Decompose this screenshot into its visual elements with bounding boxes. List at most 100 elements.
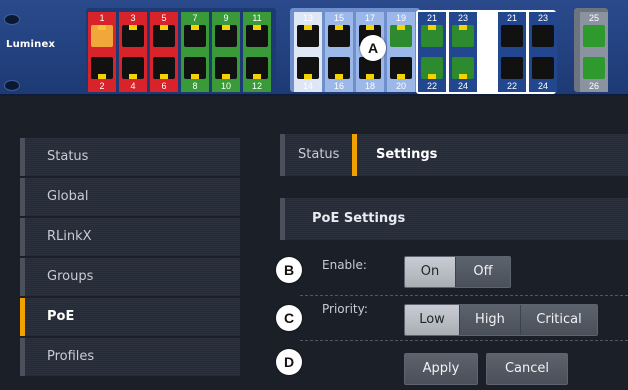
ethernet-port-icon[interactable] [184,25,206,47]
ethernet-port-icon[interactable] [583,25,605,47]
sidebar-item-indicator [20,258,25,296]
ethernet-port-icon[interactable] [390,25,412,47]
port-pair[interactable]: 9 10 [212,12,240,92]
ethernet-port-icon[interactable] [421,57,443,79]
priority-critical-button[interactable]: Critical [521,305,597,335]
port-pair[interactable]: 56 [150,12,178,92]
port-pair[interactable]: 34 [119,12,147,92]
enable-toggle[interactable]: On Off [404,256,511,288]
port-pair[interactable]: 21 22 [498,12,526,92]
ethernet-port-icon[interactable] [501,57,523,79]
ethernet-port-icon[interactable] [390,57,412,79]
port-number-bottom: 20 [395,81,406,91]
poe-settings-header: PoE Settings [280,198,628,240]
port-number-bottom: 12 [251,81,262,91]
ethernet-port-icon[interactable] [328,25,350,47]
row-divider [300,295,628,296]
brand-logo: Luminex [6,39,56,50]
ethernet-port-icon[interactable] [421,25,443,47]
tab-status[interactable]: Status [280,134,350,176]
port-pair[interactable]: 23 24 [529,12,557,92]
port-pair[interactable]: 13 14 [294,12,322,92]
enable-off-button[interactable]: Off [456,257,510,287]
ethernet-port-icon[interactable] [91,57,113,79]
callout-badge-d: D [276,349,302,375]
port-number-top: 1 [99,13,105,23]
port-led-icon [191,25,199,30]
ethernet-port-icon[interactable] [583,57,605,79]
port-pair[interactable]: 11 12 [243,12,271,92]
enable-on-button[interactable]: On [405,257,456,287]
port-number-bottom: 24 [457,81,468,91]
ethernet-port-icon[interactable] [246,25,268,47]
sidebar-item-global[interactable]: Global [20,178,240,216]
port-number-top: 17 [364,13,375,23]
ethernet-port-icon[interactable] [122,57,144,79]
port-number-bottom: 22 [506,81,517,91]
port-led-icon [335,74,343,79]
apply-button[interactable]: Apply [404,353,478,385]
sidebar-item-label: Profiles [47,349,95,364]
port-led-icon [160,74,168,79]
ethernet-port-icon[interactable] [184,57,206,79]
sidebar-item-groups[interactable]: Groups [20,258,240,296]
port-number-top: 19 [395,13,406,23]
tab-settings[interactable]: Settings [352,134,472,176]
sidebar-item-indicator [20,138,25,176]
ethernet-port-icon[interactable] [328,57,350,79]
ethernet-port-icon[interactable] [91,25,113,47]
port-pair[interactable]: 21 22 [418,12,446,92]
sidebar-item-label: Groups [47,269,94,284]
ethernet-port-icon[interactable] [452,25,474,47]
sidebar-item-status[interactable]: Status [20,138,240,176]
port-number-top: 21 [426,13,437,23]
port-led-icon [366,25,374,30]
priority-low-button[interactable]: Low [405,305,460,335]
port-led-icon [253,74,261,79]
sidebar-item-poe[interactable]: PoE [20,298,240,336]
panel-title: PoE Settings [312,211,406,226]
port-number-top: 11 [252,13,262,23]
ethernet-port-icon[interactable] [153,25,175,47]
port-pair[interactable]: 12 [88,12,116,92]
ethernet-port-icon[interactable] [215,57,237,79]
port-led-icon [590,25,598,30]
priority-selector[interactable]: Low High Critical [404,304,598,336]
sidebar-item-profiles[interactable]: Profiles [20,338,240,376]
port-number-bottom: 6 [161,81,167,91]
ethernet-port-icon[interactable] [532,57,554,79]
tab-indicator [280,134,285,176]
priority-label: Priority: [322,302,368,316]
ethernet-port-icon[interactable] [501,25,523,47]
port-led-icon [222,74,230,79]
ethernet-port-icon[interactable] [297,57,319,79]
port-led-icon [428,74,436,79]
ethernet-port-icon[interactable] [452,57,474,79]
sidebar-item-indicator [20,298,25,336]
cancel-button[interactable]: Cancel [486,353,568,385]
port-number-top: 23 [537,13,548,23]
port-pair[interactable]: 78 [181,12,209,92]
ethernet-port-icon[interactable] [122,25,144,47]
tab-label: Status [298,147,340,162]
priority-high-button[interactable]: High [460,305,521,335]
sidebar-item-label: PoE [47,309,75,324]
content-tabs: Status Settings [280,134,628,176]
port-pair[interactable]: 15 16 [325,12,353,92]
ethernet-port-icon[interactable] [532,25,554,47]
ethernet-port-icon[interactable] [297,25,319,47]
ethernet-port-icon[interactable] [153,57,175,79]
port-led-icon [304,74,312,79]
mount-screw-icon [4,14,20,25]
port-number-bottom: 8 [192,81,198,91]
port-pair[interactable]: 19 20 [387,12,415,92]
port-pair[interactable]: 25 26 [580,12,608,92]
port-pair[interactable]: 23 24 [449,12,477,92]
ethernet-port-icon[interactable] [246,57,268,79]
port-led-icon [397,74,405,79]
sidebar-item-rlinkx[interactable]: RLinkX [20,218,240,256]
port-led-icon [539,25,547,30]
tab-indicator [352,134,357,176]
port-led-icon [590,74,598,79]
ethernet-port-icon[interactable] [215,25,237,47]
